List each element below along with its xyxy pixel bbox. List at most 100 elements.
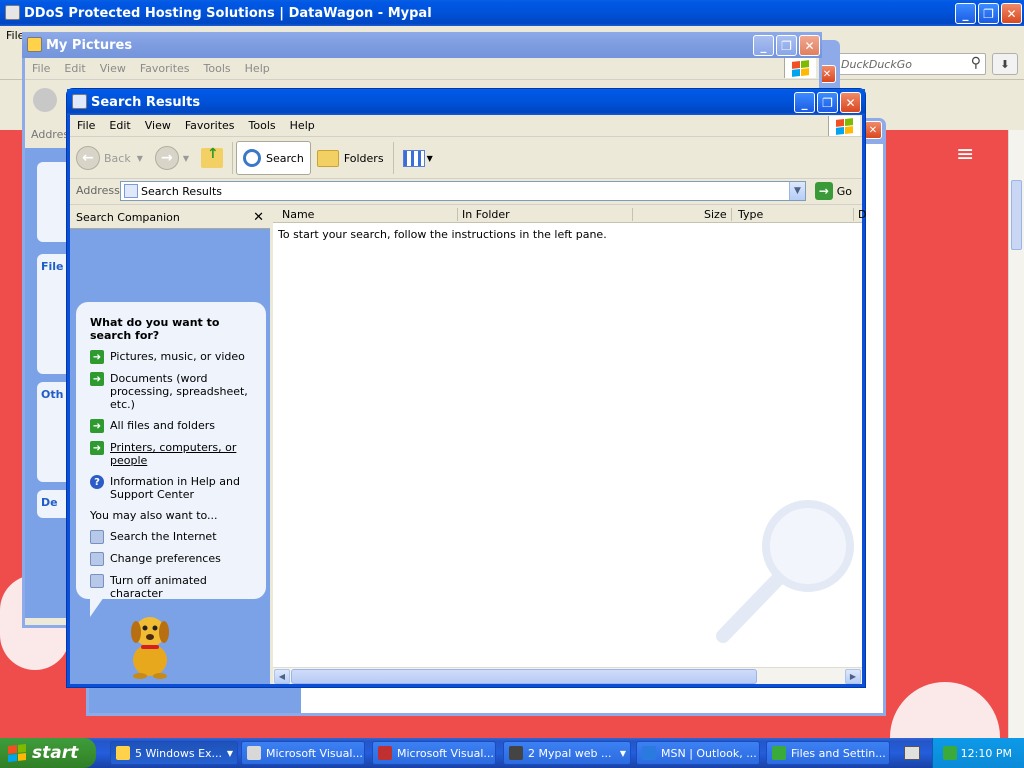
search-question: What do you want to search for? [90,316,220,342]
menu-edit[interactable]: Edit [57,62,92,75]
arrow-icon: ➜ [90,441,104,455]
scroll-left-icon[interactable]: ◀ [274,669,290,684]
back-button[interactable]: ← Back ▼ [70,141,149,175]
search-results-window: Search Results _ ❐ ✕ File Edit View Favo… [66,88,866,688]
hamburger-menu-icon[interactable]: ≡ [956,142,974,167]
arrow-icon: ➜ [90,350,104,364]
option-all-files[interactable]: ➜ All files and folders [90,419,256,433]
preferences-icon [90,552,104,566]
go-label: Go [836,184,852,198]
network-icon[interactable] [943,746,957,760]
rover-dog-icon[interactable] [120,608,180,680]
address-bar[interactable]: Search Results ▼ [120,181,806,201]
option-documents[interactable]: ➜ Documents (word processing, spreadsheet… [90,372,256,411]
scroll-thumb[interactable] [291,669,757,684]
menu-help[interactable]: Help [283,119,322,132]
menu-tools[interactable]: Tools [197,62,238,75]
maximize-button[interactable]: ❐ [978,3,999,24]
horizontal-scrollbar[interactable]: ◀ ▶ [273,667,862,684]
windows-flag-icon [8,744,26,762]
option-printers[interactable]: ➜ Printers, computers, or people [90,441,256,467]
option-turn-off-character[interactable]: Turn off animated character [90,574,256,600]
forward-button[interactable]: → ▼ [149,141,195,175]
up-folder-button[interactable]: ↑ [195,141,229,175]
ie-icon [642,746,656,760]
column-in-folder[interactable]: In Folder [462,208,510,221]
minimize-button[interactable]: _ [794,92,815,113]
scroll-right-icon[interactable]: ▶ [845,669,861,684]
also-label: You may also want to... [90,509,218,522]
system-tray: 12:10 PM [932,738,1024,768]
folders-label: Folders [343,151,384,165]
app-icon [247,746,261,760]
windows-logo [828,116,860,136]
my-pictures-titlebar[interactable]: My Pictures _ ❐ ✕ [22,32,822,58]
help-icon: ? [90,475,104,489]
task-mypal[interactable]: 2 Mypal web ... ▼ [503,741,631,765]
maximize-button[interactable]: ❐ [776,35,797,56]
my-pictures-title: My Pictures [46,37,133,53]
minimize-button[interactable]: _ [753,35,774,56]
close-pane-icon[interactable]: ✕ [253,210,264,225]
magnifier-icon [243,149,262,167]
menu-help[interactable]: Help [238,62,277,75]
start-label: start [32,743,79,763]
column-headers: Name In Folder Size Type D [273,206,866,223]
column-type[interactable]: Type [738,208,763,221]
minimize-button[interactable]: _ [955,3,976,24]
clock[interactable]: 12:10 PM [961,747,1012,760]
option-pictures[interactable]: ➜ Pictures, music, or video [90,350,256,364]
taskbar: start 5 Windows Ex... ▼ Microsoft Visual.… [0,738,1024,768]
task-msn[interactable]: MSN | Outlook, ... [636,741,760,765]
folder-icon [116,746,130,760]
task-files-settings[interactable]: Files and Settin... [766,741,890,765]
menu-favorites[interactable]: Favorites [178,119,242,132]
maximize-button[interactable]: ❐ [817,92,838,113]
address-label: Address [76,184,120,197]
back-arrow-icon: ← [76,146,100,170]
app-icon [378,746,392,760]
search-results-titlebar[interactable]: Search Results _ ❐ ✕ [67,89,865,115]
search-icon[interactable]: ⚲ [971,55,981,71]
menu-view[interactable]: View [93,62,133,75]
close-button[interactable]: ✕ [840,92,861,113]
menu-file[interactable]: File [70,119,102,132]
search-button[interactable]: Search [236,141,311,175]
browser-title: DDoS Protected Hosting Solutions | DataW… [24,5,432,21]
keyboard-icon[interactable] [904,746,920,760]
go-button[interactable]: → Go [814,182,852,200]
other-places-label: Oth [41,388,64,401]
search-engine-field[interactable]: DuckDuckGo [841,58,912,71]
download-icon[interactable]: ⬇ [992,53,1018,75]
browser-titlebar[interactable]: DDoS Protected Hosting Solutions | DataW… [0,0,1024,26]
search-options-bubble: What do you want to search for? ➜ Picture… [76,302,266,617]
option-help-center[interactable]: ? Information in Help and Support Center [90,475,256,501]
column-name[interactable]: Name [282,208,314,221]
folders-icon [316,149,339,167]
menu-view[interactable]: View [138,119,178,132]
task-windows-explorer[interactable]: 5 Windows Ex... ▼ [110,741,238,765]
browser-scrollbar[interactable] [1008,130,1024,738]
option-change-preferences[interactable]: Change preferences [90,552,256,566]
task-visual-2[interactable]: Microsoft Visual... [372,741,496,765]
close-button[interactable]: ✕ [1001,3,1022,24]
file-tasks-label: File [41,260,64,273]
arrow-icon: ➜ [90,419,104,433]
task-visual-1[interactable]: Microsoft Visual... [241,741,365,765]
folder-icon [27,37,42,52]
start-button[interactable]: start [0,738,96,768]
menu-favorites[interactable]: Favorites [133,62,197,75]
details-label: De [41,496,58,509]
folders-button[interactable]: Folders [311,141,390,175]
views-button[interactable]: ▼ [397,141,439,175]
menu-tools[interactable]: Tools [242,119,283,132]
column-date[interactable]: D [858,208,866,221]
menu-file[interactable]: File [25,62,57,75]
back-button[interactable] [33,88,57,112]
column-size[interactable]: Size [704,208,727,221]
option-search-internet[interactable]: Search the Internet [90,530,256,544]
menu-edit[interactable]: Edit [102,119,137,132]
address-dropdown-icon[interactable]: ▼ [789,182,805,200]
close-button[interactable]: ✕ [799,35,820,56]
search-results-icon [124,184,138,198]
